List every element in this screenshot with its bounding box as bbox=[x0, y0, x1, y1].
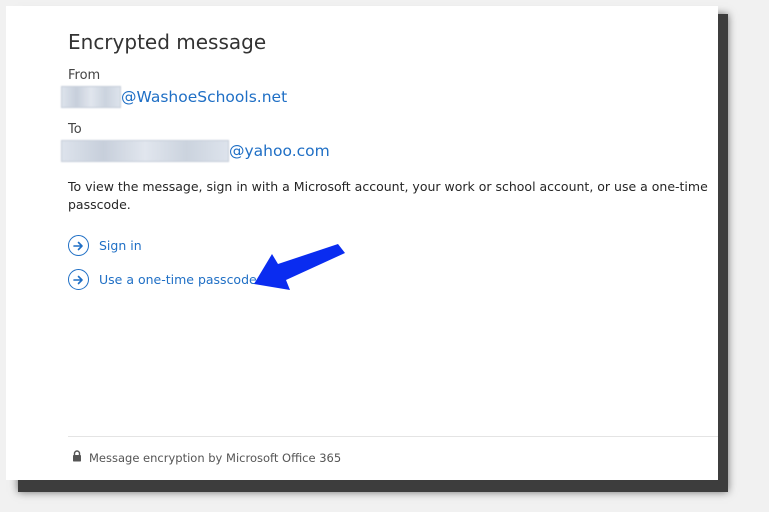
message-card: Encrypted message From @WashoeSchools.ne… bbox=[6, 6, 718, 480]
footer-divider bbox=[68, 436, 718, 437]
redacted-sender-name bbox=[61, 86, 121, 108]
to-address: @yahoo.com bbox=[61, 140, 330, 162]
annotation-arrow-icon bbox=[252, 240, 348, 298]
to-label: To bbox=[68, 122, 82, 137]
from-domain: @WashoeSchools.net bbox=[121, 88, 288, 106]
footer-text: Message encryption by Microsoft Office 3… bbox=[89, 450, 342, 465]
footer: Message encryption by Microsoft Office 3… bbox=[72, 450, 341, 465]
from-address: @WashoeSchools.net bbox=[61, 86, 287, 108]
page-title: Encrypted message bbox=[68, 30, 267, 54]
sign-in-link[interactable]: Sign in bbox=[68, 235, 142, 256]
sign-in-label: Sign in bbox=[99, 238, 142, 253]
lock-icon bbox=[72, 450, 82, 465]
circle-arrow-right-icon bbox=[68, 235, 89, 256]
one-time-passcode-link[interactable]: Use a one-time passcode bbox=[68, 269, 257, 290]
circle-arrow-right-icon bbox=[68, 269, 89, 290]
instructions-text: To view the message, sign in with a Micr… bbox=[68, 179, 708, 212]
redacted-recipient-name bbox=[61, 140, 229, 162]
one-time-passcode-label: Use a one-time passcode bbox=[99, 272, 257, 287]
from-label: From bbox=[68, 68, 101, 83]
to-domain: @yahoo.com bbox=[229, 142, 330, 160]
